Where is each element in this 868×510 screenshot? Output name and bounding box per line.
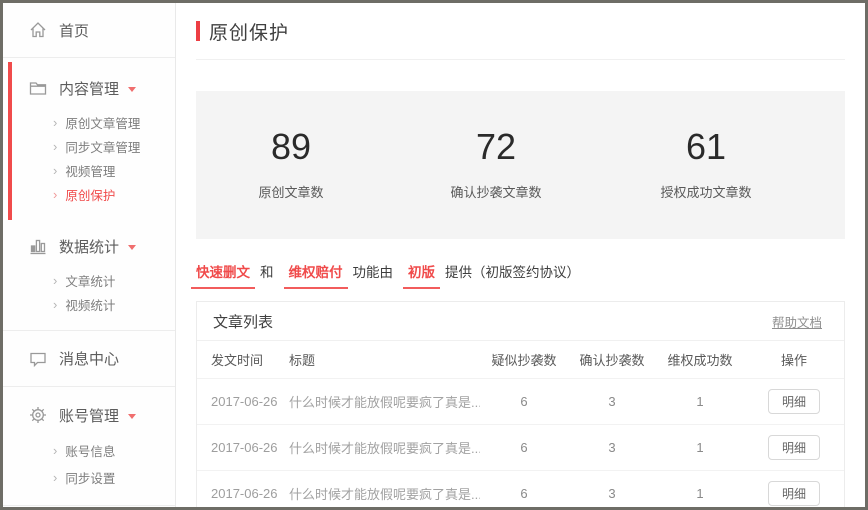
message-icon [28,349,48,369]
sidebar-item-label: 消息中心 [59,348,119,369]
chevron-right-icon: › [53,188,57,201]
submenu-account: › 账号信息 › 同步设置 [3,435,175,505]
rights-compensation-link[interactable]: 维权赔付 [284,261,348,289]
quick-delete-link[interactable]: 快速删文 [191,261,255,289]
stat-label: 确认抄袭文章数 [386,182,606,201]
cell-publish-time: 2017-06-26 [211,440,289,455]
cell-publish-time: 2017-06-26 [211,394,289,409]
article-list-header: 文章列表 帮助文档 [197,302,844,341]
sidebar-item-article-statistics[interactable]: › 文章统计 [3,268,175,292]
sidebar-item-sync-article-management[interactable]: › 同步文章管理 [3,134,175,158]
sidebar-item-original-article-management[interactable]: › 原创文章管理 [3,110,175,134]
cell-confirmed-count: 3 [568,440,656,455]
detail-button[interactable]: 明细 [768,435,820,460]
cell-confirmed-count: 3 [568,394,656,409]
article-list-panel: 文章列表 帮助文档 发文时间 标题 疑似抄袭数 确认抄袭数 维权成功数 操作 2… [196,301,845,507]
cell-article-title: 什么时候才能放假呢要疯了真是... [289,438,480,457]
page-header: 原创保护 [196,3,845,60]
column-success-count: 维权成功数 [656,350,744,369]
sidebar-item-label: 内容管理 [59,78,119,99]
sidebar-item-label: 账号管理 [59,405,119,426]
chevron-right-icon: › [53,471,57,484]
detail-button[interactable]: 明细 [768,481,820,506]
table-row: 2017-06-26 什么时候才能放假呢要疯了真是... 6 3 1 明细 [197,425,844,471]
feature-notice: 快速删文 和 维权赔付 功能由 初版 提供（初版签约协议） [196,261,845,289]
title-accent-bar [196,21,200,41]
sidebar-item-sync-settings[interactable]: › 同步设置 [3,464,175,491]
app-window: 首页 内容管理 › 原创文章管理 › 同步文章管理 [0,0,868,510]
cell-success-count: 1 [656,440,744,455]
cell-publish-time: 2017-06-26 [211,486,289,501]
sidebar-section-statistics: 数据统计 › 文章统计 › 视频统计 [3,220,175,330]
main-content: 原创保护 89 原创文章数 72 确认抄袭文章数 61 授权成功文章数 快速删文… [176,3,865,507]
cell-suspected-count: 6 [480,440,568,455]
sidebar-section-content: 内容管理 › 原创文章管理 › 同步文章管理 › 视频管理 › 原创 [3,58,175,220]
notice-text: 和 [260,261,274,281]
sidebar-item-message-center[interactable]: 消息中心 [3,331,175,386]
sidebar-item-label: 首页 [59,20,89,41]
sidebar-item-original-protection[interactable]: › 原创保护 [3,182,175,206]
page-title: 原创保护 [209,18,289,45]
chevron-right-icon: › [53,164,57,177]
chevron-right-icon: › [53,444,57,457]
chevron-down-icon [128,87,136,92]
stat-label: 授权成功文章数 [606,182,806,201]
sidebar-item-data-statistics[interactable]: 数据统计 [3,226,175,266]
home-icon [28,20,48,40]
cell-suspected-count: 6 [480,486,568,501]
column-publish-time: 发文时间 [211,350,289,369]
detail-button[interactable]: 明细 [768,389,820,414]
column-confirmed-count: 确认抄袭数 [568,350,656,369]
cell-suspected-count: 6 [480,394,568,409]
help-doc-link[interactable]: 帮助文档 [772,312,822,331]
sidebar-item-content-management[interactable]: 内容管理 [3,68,175,108]
notice-text: 功能由 [353,261,394,281]
chevron-down-icon [128,414,136,419]
stat-value: 72 [386,129,606,165]
active-section-indicator [8,62,12,220]
chevron-down-icon [128,245,136,250]
cell-success-count: 1 [656,394,744,409]
table-header-row: 发文时间 标题 疑似抄袭数 确认抄袭数 维权成功数 操作 [197,341,844,379]
sidebar-item-video-statistics[interactable]: › 视频统计 [3,292,175,316]
sidebar-section-account: 账号管理 › 账号信息 › 同步设置 [3,387,175,505]
sidebar-item-video-management[interactable]: › 视频管理 [3,158,175,182]
stat-original-articles: 89 原创文章数 [196,129,386,201]
column-title: 标题 [289,350,480,369]
divider [3,505,175,506]
submenu-statistics: › 文章统计 › 视频统计 [3,266,175,330]
cell-success-count: 1 [656,486,744,501]
sidebar-item-account-info[interactable]: › 账号信息 [3,437,175,464]
stats-panel: 89 原创文章数 72 确认抄袭文章数 61 授权成功文章数 [196,91,845,239]
sidebar-item-home[interactable]: 首页 [3,3,175,57]
table-row: 2017-06-26 什么时候才能放假呢要疯了真是... 6 3 1 明细 [197,471,844,507]
stat-label: 原创文章数 [196,182,386,201]
sidebar-item-account-management[interactable]: 账号管理 [3,395,175,435]
panel-title: 文章列表 [213,311,273,332]
sidebar-item-label: 数据统计 [59,236,119,257]
stat-authorized-success: 61 授权成功文章数 [606,129,806,201]
column-suspected-count: 疑似抄袭数 [480,350,568,369]
stat-confirmed-plagiarism: 72 确认抄袭文章数 [386,129,606,201]
cell-confirmed-count: 3 [568,486,656,501]
stat-value: 61 [606,129,806,165]
sidebar: 首页 内容管理 › 原创文章管理 › 同步文章管理 [3,3,176,507]
notice-text: 提供（初版签约协议） [445,261,580,281]
chevron-right-icon: › [53,116,57,129]
chevron-right-icon: › [53,274,57,287]
stat-value: 89 [196,129,386,165]
chevron-right-icon: › [53,298,57,311]
chevron-right-icon: › [53,140,57,153]
folder-icon [28,78,48,98]
chuban-link[interactable]: 初版 [403,261,440,289]
cell-article-title: 什么时候才能放假呢要疯了真是... [289,392,480,411]
table-row: 2017-06-26 什么时候才能放假呢要疯了真是... 6 3 1 明细 [197,379,844,425]
gear-icon [28,405,48,425]
column-action: 操作 [744,350,844,369]
bar-chart-icon [28,236,48,256]
cell-article-title: 什么时候才能放假呢要疯了真是... [289,484,480,503]
submenu-content-management: › 原创文章管理 › 同步文章管理 › 视频管理 › 原创保护 [3,108,175,220]
